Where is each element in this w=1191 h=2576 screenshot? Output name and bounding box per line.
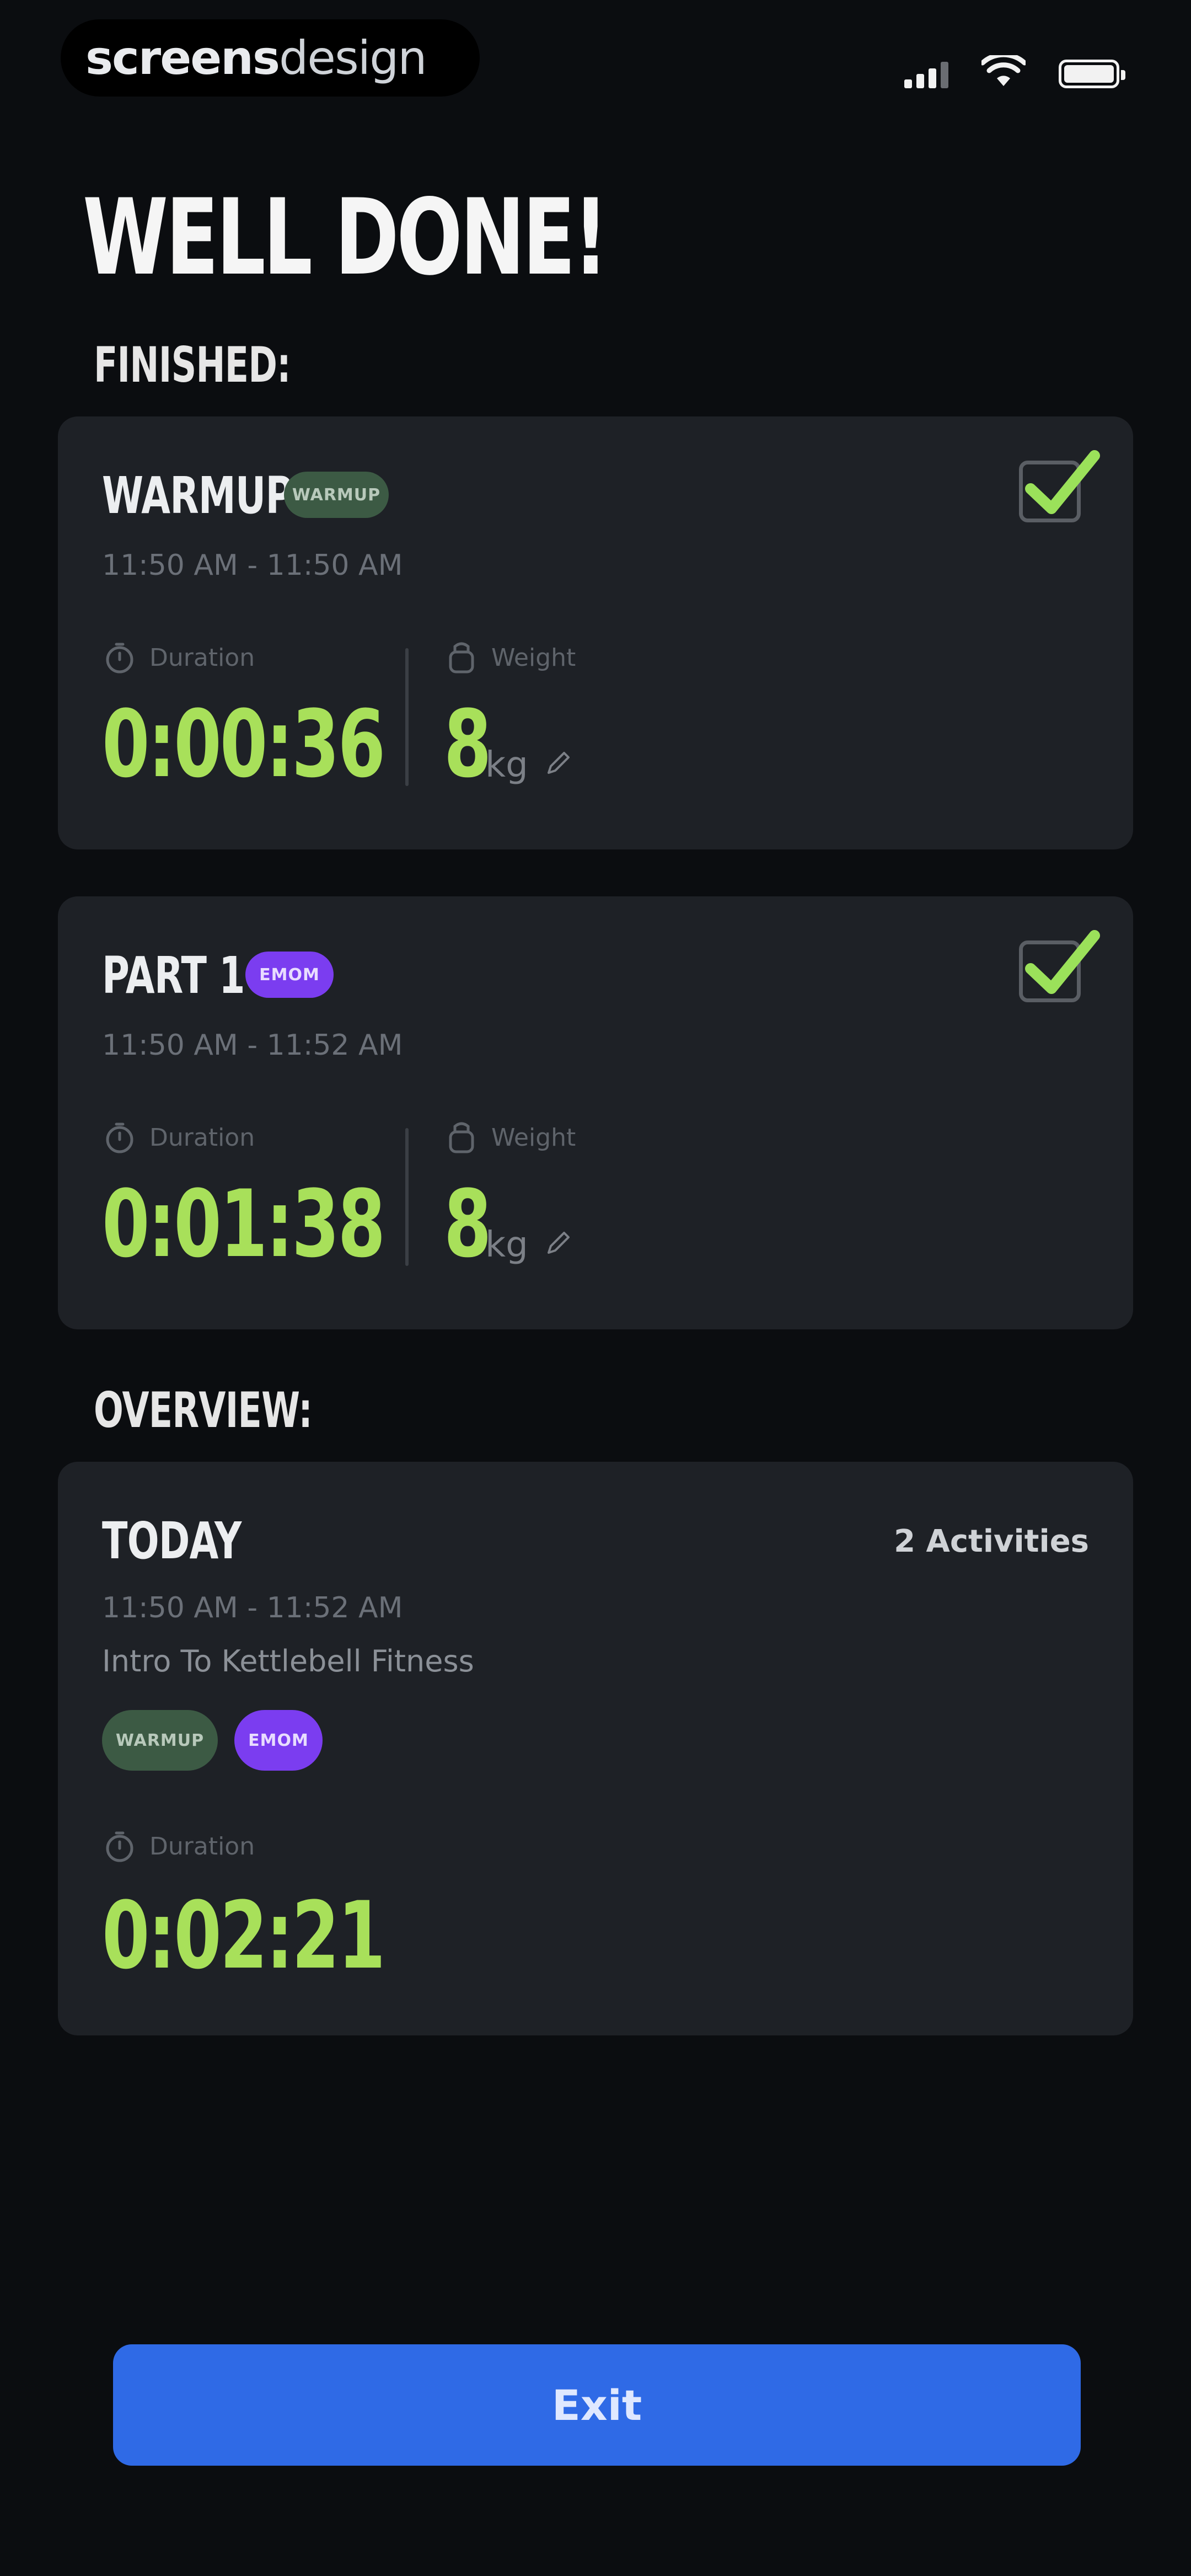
weight-unit: kg bbox=[485, 1225, 528, 1265]
brand-watermark: screens design bbox=[61, 19, 480, 97]
battery-icon bbox=[1059, 60, 1125, 88]
overview-title: TODAY bbox=[102, 1511, 242, 1570]
stopwatch-icon bbox=[106, 1831, 133, 1862]
overview-tag-warmup: WARMUP bbox=[102, 1710, 218, 1771]
activity-card-part-1[interactable]: PART 1 EMOM 11:50 AM - 11:52 AM Duration… bbox=[58, 896, 1133, 1329]
activity-card-warmup[interactable]: WARMUP WARMUP 11:50 AM - 11:50 AM Durati… bbox=[58, 416, 1133, 849]
weight-label-text: Weight bbox=[491, 1123, 576, 1152]
brand-text-light: design bbox=[278, 31, 427, 85]
stopwatch-icon bbox=[106, 1123, 133, 1153]
edit-weight-icon[interactable] bbox=[543, 1227, 574, 1258]
cellular-signal-icon bbox=[904, 62, 948, 88]
brand-text-bold: screens bbox=[85, 31, 280, 85]
duration-label-text: Duration bbox=[149, 643, 255, 672]
finished-section-label: FINISHED: bbox=[94, 336, 291, 393]
stat-divider bbox=[405, 1128, 409, 1266]
activity-time-range: 11:50 AM - 11:50 AM bbox=[102, 549, 403, 582]
activity-time-range: 11:50 AM - 11:52 AM bbox=[102, 1029, 403, 1062]
weight-label: Weight bbox=[444, 1120, 576, 1155]
status-icons bbox=[904, 50, 1125, 88]
weight-value: 8 bbox=[444, 1170, 492, 1278]
completed-checkbox[interactable] bbox=[1019, 930, 1100, 1002]
activity-title: PART 1 bbox=[102, 946, 245, 1005]
stat-divider bbox=[405, 648, 409, 786]
weight-label: Weight bbox=[444, 640, 576, 675]
checkmark-icon bbox=[1025, 930, 1100, 994]
kettlebell-icon bbox=[449, 642, 474, 674]
duration-label: Duration bbox=[102, 640, 255, 675]
weight-label-text: Weight bbox=[491, 643, 576, 672]
overview-tag-emom: EMOM bbox=[234, 1710, 323, 1771]
stopwatch-icon bbox=[106, 643, 133, 674]
completed-checkbox[interactable] bbox=[1019, 450, 1100, 522]
page-title: WELL DONE! bbox=[83, 177, 608, 298]
overview-card: TODAY 2 Activities 11:50 AM - 11:52 AM I… bbox=[58, 1462, 1133, 2035]
duration-label: Duration bbox=[102, 1120, 255, 1155]
overview-section-label: OVERVIEW: bbox=[94, 1382, 313, 1439]
weight-unit: kg bbox=[485, 745, 528, 785]
checkmark-icon bbox=[1025, 450, 1100, 514]
activity-tag-warmup: WARMUP bbox=[284, 472, 389, 518]
activities-count: 2 Activities bbox=[894, 1524, 1089, 1559]
exit-button[interactable]: Exit bbox=[113, 2344, 1081, 2466]
total-duration-value: 0:02:21 bbox=[102, 1882, 385, 1990]
duration-value: 0:00:36 bbox=[102, 690, 385, 798]
duration-label: Duration bbox=[102, 1829, 255, 1864]
duration-label-text: Duration bbox=[149, 1832, 255, 1861]
kettlebell-icon bbox=[449, 1122, 474, 1153]
weight-value: 8 bbox=[444, 690, 492, 798]
duration-label-text: Duration bbox=[149, 1123, 255, 1152]
activity-title: WARMUP bbox=[102, 466, 293, 525]
activity-tag-emom: EMOM bbox=[245, 952, 334, 998]
wifi-icon bbox=[981, 55, 1026, 86]
overview-time-range: 11:50 AM - 11:52 AM bbox=[102, 1591, 403, 1624]
edit-weight-icon[interactable] bbox=[543, 747, 574, 778]
workout-summary-screen: screens design WELL DONE! FINISHED: WARMU… bbox=[0, 0, 1191, 2576]
duration-value: 0:01:38 bbox=[102, 1170, 385, 1278]
program-name: Intro To Kettlebell Fitness bbox=[102, 1644, 474, 1679]
